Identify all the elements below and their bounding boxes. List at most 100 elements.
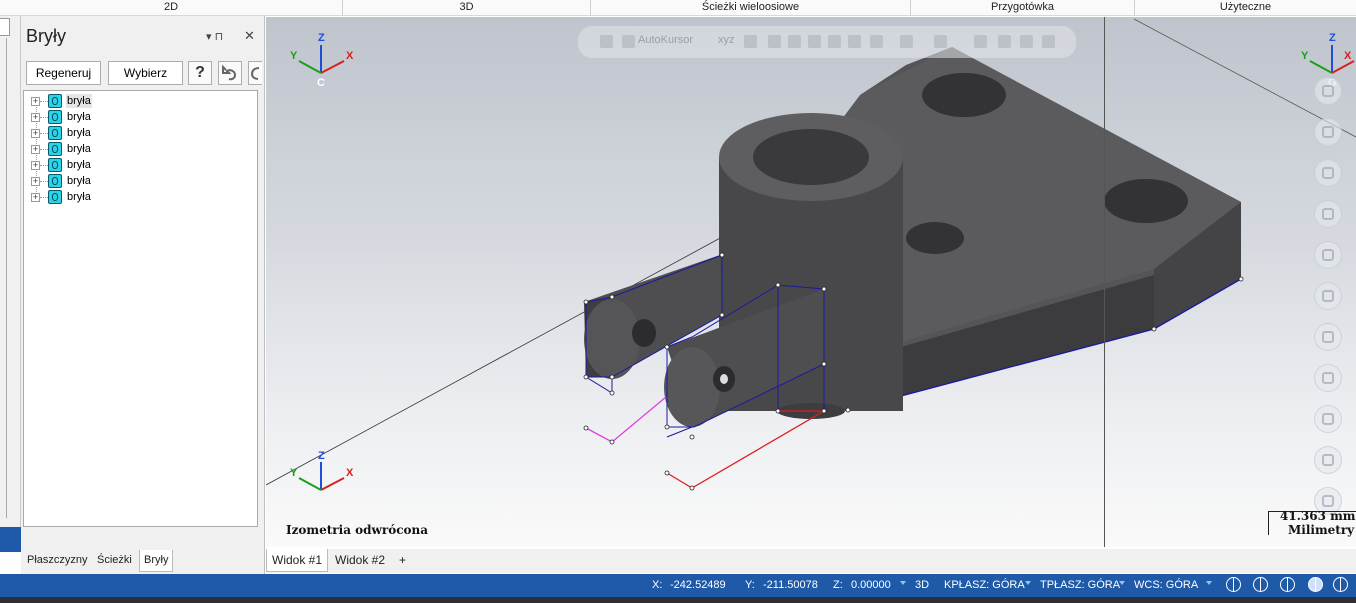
app-window: 2D 3D Ścieżki wieloosiowe Przygotówka Uż… [0,0,1356,603]
globe-icon[interactable] [1333,577,1348,592]
quick-mask-icon[interactable] [1314,405,1342,433]
add-view-button[interactable]: + [394,549,411,572]
expand-icon[interactable]: + [31,161,40,170]
collapsed-panel-button[interactable] [0,18,10,36]
viewport-split-line [1104,17,1105,547]
tab-planes[interactable]: Płaszczyzny [23,550,92,572]
gnomon-z-label: Z [1329,32,1336,44]
tab-solids[interactable]: Bryły [139,550,174,572]
tree-item[interactable]: + bryła [24,189,144,205]
solid-select-icon[interactable] [808,35,821,48]
expand-icon[interactable]: + [31,129,40,138]
z-coordinate[interactable]: 0.00000 [851,579,891,591]
cursor-icon[interactable] [768,35,781,48]
autocursor-dropdown[interactable]: AutoKursor [638,34,693,46]
panel-tabs: Płaszczyzny Ścieżki Bryły [21,550,265,574]
left-collapsed-strip [0,16,21,552]
tree-item[interactable]: + bryła [24,93,144,109]
body-select-icon[interactable] [848,35,861,48]
undo-icon[interactable] [218,61,242,85]
select-mode-icon[interactable] [622,35,635,48]
tree-item[interactable]: + bryła [24,157,144,173]
expand-icon[interactable]: + [31,193,40,202]
gnomon-world [298,462,345,491]
quick-mask-icon[interactable] [1314,282,1342,310]
tab-toolpaths[interactable]: Ścieżki [93,550,136,572]
solid-icon [48,110,62,124]
quick-mask-icon[interactable] [1314,364,1342,392]
ribbon-tab-multiaxis[interactable]: Ścieżki wieloosiowe [591,0,911,16]
globe-icon[interactable] [1226,577,1241,592]
pointer-icon[interactable] [1042,35,1055,48]
tree-item[interactable]: + bryła [24,173,144,189]
tab-view-1[interactable]: Widok #1 [266,549,329,572]
gnomon-c-label: C [317,77,325,89]
tree-item[interactable]: + bryła [24,125,144,141]
wcs-status[interactable]: WCS: GÓRA [1134,579,1198,591]
model-canvas [266,18,1356,491]
quick-mask-icon[interactable] [1314,118,1342,146]
rotate-icon[interactable] [1020,35,1033,48]
chevron-down-icon[interactable] [900,581,906,585]
chevron-down-icon[interactable] [1119,581,1125,585]
quick-mask-icon[interactable] [1314,446,1342,474]
chevron-down-icon[interactable] [1025,581,1031,585]
tplane-status[interactable]: TPŁASZ: GÓRA [1040,579,1120,591]
redo-icon[interactable] [248,61,262,85]
x-coordinate[interactable]: -242.52489 [670,579,726,591]
expand-icon[interactable]: + [31,145,40,154]
ribbon-tab-3d[interactable]: 3D [343,0,591,16]
help-icon[interactable]: ? [188,61,212,85]
gnomon-x-label: X [346,50,354,62]
tab-view-2[interactable]: Widok #2 [330,549,390,572]
quick-mask-icon[interactable] [1314,77,1342,105]
scale-value: 41.363 mm [1280,509,1356,523]
tree-item[interactable]: + bryła [24,141,144,157]
ribbon-tab-2d[interactable]: 2D [0,0,343,16]
globe-icon[interactable] [1253,577,1268,592]
select-button[interactable]: Wybierz [108,61,183,85]
gnomon-x-label: X [346,467,354,479]
ribbon-tab-utilities[interactable]: Użyteczne [1135,0,1356,16]
expand-icon[interactable]: + [31,177,40,186]
lock-icon[interactable] [600,35,613,48]
solids-panel: Bryły ▾ ⊓ ✕ Regeneruj Wybierz ? + bryła … [21,16,265,574]
y-coordinate[interactable]: -211.50078 [763,579,818,591]
cplane-status[interactable]: KPŁASZ: GÓRA [944,579,1025,591]
face-select-icon[interactable] [828,35,841,48]
filter-icon[interactable] [788,35,801,48]
status-bar: X: -242.52489 Y: -211.50078 Z: 0.00000 3… [0,574,1356,597]
y-label: Y: [745,579,755,591]
solid-icon [48,126,62,140]
mode-toggle[interactable]: 3D [915,579,929,591]
regenerate-button[interactable]: Regeneruj [26,61,101,85]
solid-icon [48,158,62,172]
edge-select-icon[interactable] [870,35,883,48]
expand-icon[interactable]: + [31,97,40,106]
graphics-viewport[interactable]: Z Y X C Z Y X G Z Y X AutoKursor xyz [266,17,1356,547]
quick-mask-icon[interactable] [1314,241,1342,269]
verify-icon[interactable] [934,35,947,48]
shaded-mode-icon[interactable] [1308,577,1323,592]
snap-icon[interactable] [744,35,757,48]
gnomon-x-label: X [1344,50,1352,62]
quick-mask-icon[interactable] [1314,200,1342,228]
quick-mask-icon[interactable] [1314,323,1342,351]
panel-close-icon[interactable]: ✕ [244,28,255,44]
panel-title: Bryły [26,26,66,46]
tree-item-label: bryła [67,127,91,139]
expand-icon[interactable]: + [31,113,40,122]
xyz-input-icon[interactable]: xyz [718,34,735,46]
global-icon[interactable] [974,35,987,48]
mask-icon[interactable] [998,35,1011,48]
x-label: X: [652,579,663,591]
tree-item[interactable]: + bryła [24,109,144,125]
panel-pin-icon[interactable]: ▾ ⊓ [206,30,223,43]
globe-icon[interactable] [1280,577,1295,592]
ribbon-tab-stock[interactable]: Przygotówka [911,0,1135,16]
quick-mask-icon[interactable] [1314,159,1342,187]
window-select-icon[interactable] [900,35,913,48]
tree-item-label: bryła [67,191,91,203]
view-name: Izometria odwrócona [286,523,429,537]
chevron-down-icon[interactable] [1206,581,1212,585]
